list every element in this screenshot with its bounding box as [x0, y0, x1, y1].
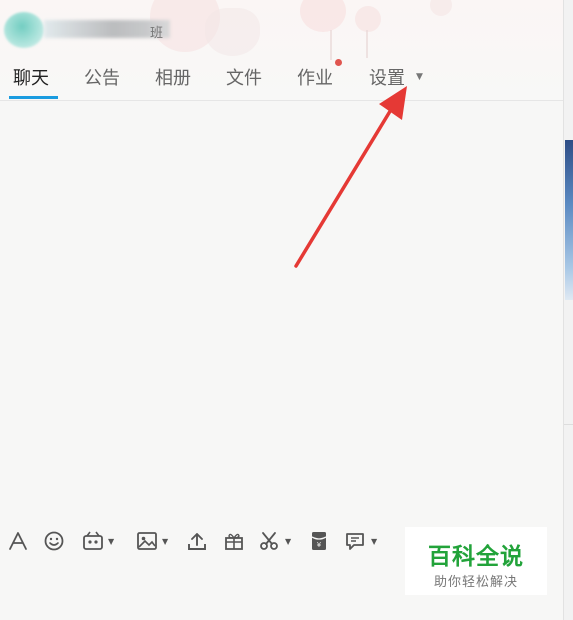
right-panel-divider	[564, 424, 573, 425]
message-history-icon[interactable]: ▼	[344, 527, 377, 555]
settings-dropdown-caret-icon[interactable]: ▼	[416, 72, 423, 82]
screenshot-caret-icon[interactable]: ▼	[285, 537, 291, 546]
input-toolbar: ▼ ▼ ▼ ¥ ▼	[0, 527, 400, 557]
font-icon[interactable]	[7, 527, 29, 555]
image-caret-icon[interactable]: ▼	[162, 537, 168, 546]
group-avatar[interactable]	[4, 12, 44, 48]
magic-expression-caret-icon[interactable]: ▼	[108, 537, 114, 546]
red-packet-icon[interactable]: ¥	[308, 527, 330, 555]
tab-announcement[interactable]: 公告	[84, 64, 120, 90]
emoji-icon[interactable]	[43, 527, 65, 555]
header-decoration	[300, 0, 346, 32]
header-decoration	[366, 30, 368, 58]
header-decoration	[330, 30, 332, 60]
header-decoration	[205, 8, 260, 56]
gift-icon[interactable]	[223, 527, 245, 555]
screenshot-scissors-icon[interactable]: ▼	[258, 527, 291, 555]
active-tab-indicator	[9, 96, 58, 99]
image-icon[interactable]: ▼	[135, 527, 168, 555]
tab-chat[interactable]: 聊天	[13, 64, 49, 90]
watermark-title: 百科全说	[428, 544, 524, 570]
svg-text:¥: ¥	[317, 541, 322, 549]
group-name-fragment: 班	[150, 26, 164, 41]
right-panel-image	[565, 140, 573, 300]
homework-notification-dot	[335, 59, 342, 66]
watermark-subtitle: 助你轻松解决	[433, 575, 518, 590]
tab-files[interactable]: 文件	[226, 64, 262, 90]
chat-message-area[interactable]	[0, 101, 563, 519]
group-tabs: 聊天 公告 相册 文件 作业 设置	[0, 60, 563, 100]
header-decoration	[355, 6, 381, 32]
tab-album[interactable]: 相册	[155, 64, 191, 90]
baike-watermark: 百科全说 助你轻松解决	[405, 527, 547, 595]
tab-homework[interactable]: 作业	[297, 64, 333, 90]
header-decoration	[430, 0, 452, 16]
tab-settings[interactable]: 设置	[369, 64, 405, 90]
message-history-caret-icon[interactable]: ▼	[371, 537, 377, 546]
magic-expression-icon[interactable]: ▼	[81, 527, 114, 555]
upload-file-icon[interactable]	[186, 527, 208, 555]
right-panel-edge	[563, 0, 573, 620]
